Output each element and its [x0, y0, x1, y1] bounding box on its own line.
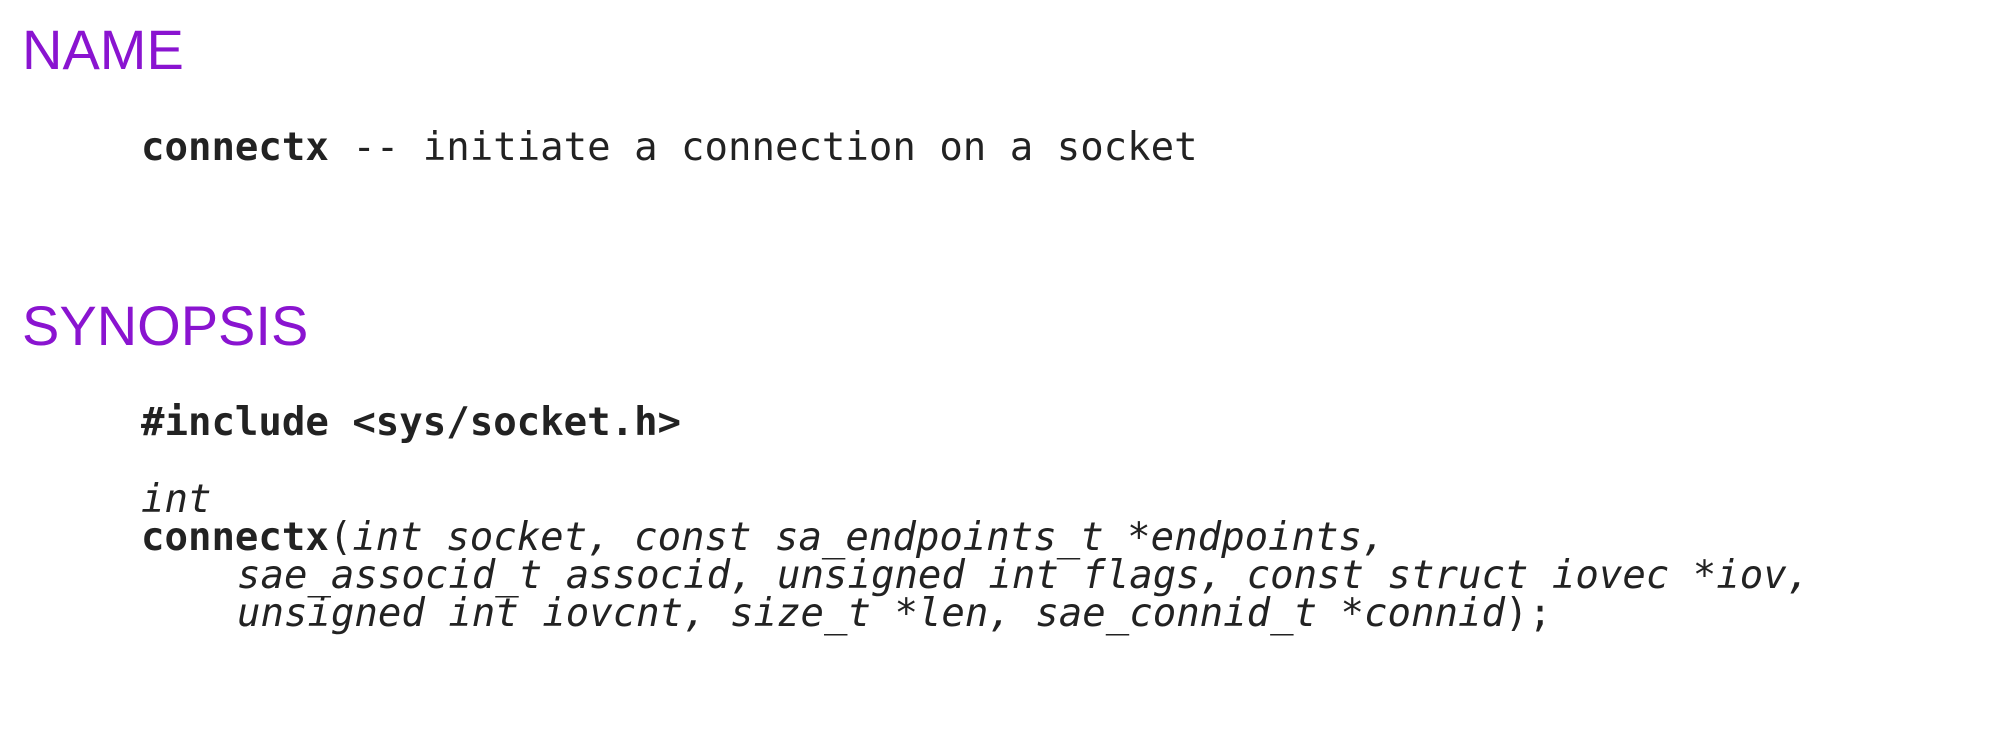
include-directive: #include <sys/socket.h> — [141, 400, 682, 445]
close-paren: ); — [1504, 591, 1552, 636]
return-type: int — [141, 477, 212, 522]
name-description-line: connectx -- initiate a connection on a s… — [141, 128, 1198, 167]
parameters-line-2: sae_associd_t associd, unsigned int flag… — [237, 553, 1811, 598]
function-prototype-line-1: connectx(int socket, const sa_endpoints_… — [141, 518, 1385, 557]
command-description: -- initiate a connection on a socket — [328, 125, 1198, 170]
name-section-heading: NAME — [22, 18, 184, 81]
command-name: connectx — [141, 125, 329, 170]
parameters-line-3: unsigned int iovcnt, size_t *len, sae_co… — [237, 591, 1505, 636]
synopsis-section-heading: SYNOPSIS — [22, 294, 309, 357]
function-prototype-line-3: unsigned int iovcnt, size_t *len, sae_co… — [237, 594, 1552, 633]
